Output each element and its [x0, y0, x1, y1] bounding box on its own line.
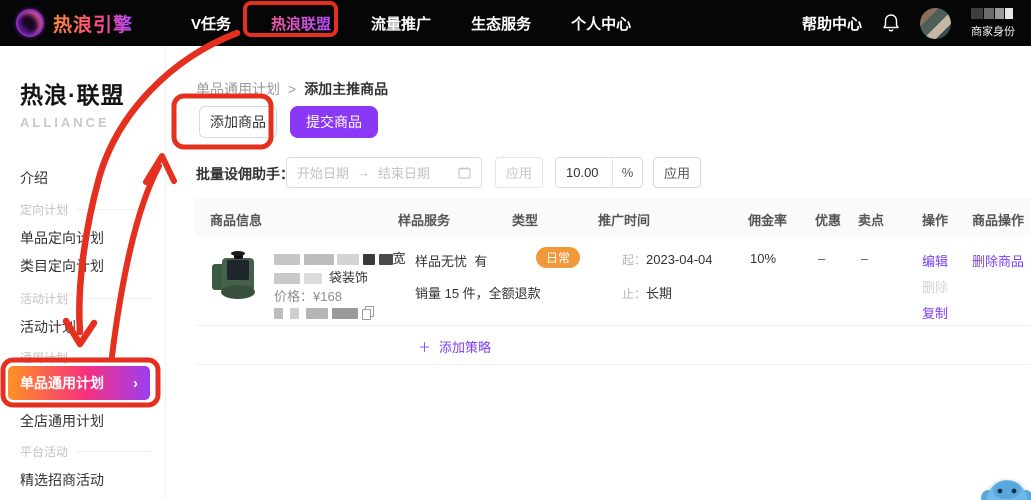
user-meta: 商家身份 [971, 7, 1015, 39]
sidebar-item-activity-plan[interactable]: 活动计划 [20, 317, 76, 337]
promo-time-start: 起：2023-04-04 [622, 251, 713, 268]
discount-value: – [818, 251, 826, 266]
nav-item-eco[interactable]: 生态服务 [471, 13, 531, 34]
add-strategy-button[interactable]: ＋ 添加策略 [418, 337, 491, 356]
calendar-icon [458, 167, 471, 179]
product-meta-redacted [274, 305, 375, 320]
breadcrumb-parent[interactable]: 单品通用计划 [196, 79, 280, 99]
time-end-label: 止： [622, 287, 647, 301]
range-arrow-icon: → [357, 165, 371, 180]
submit-product-button[interactable]: 提交商品 [290, 106, 378, 138]
col-selling-point: 卖点 [858, 213, 885, 228]
title-visible-char: 宽 [392, 251, 406, 266]
sidebar-item-single-directional[interactable]: 单品定向计划 [20, 228, 104, 248]
copy-link[interactable]: 复制 [922, 303, 948, 322]
nav-item-traffic[interactable]: 流量推广 [371, 13, 431, 34]
sidebar-brand-subtitle: ALLIANCE [20, 115, 110, 130]
percent-unit: % [612, 158, 642, 187]
start-date-placeholder: 开始日期 [297, 166, 350, 181]
breadcrumb-current: 添加主推商品 [304, 81, 389, 97]
col-promo-time: 推广时间 [598, 213, 651, 228]
chevron-right-icon: › [133, 374, 138, 392]
time-start-value: 2023-04-04 [646, 252, 713, 267]
help-center-link[interactable]: 帮助中心 [802, 13, 862, 34]
product-title-line2: 袋装饰 [274, 267, 368, 286]
nav-right: 帮助中心 商家身份 [802, 7, 1015, 39]
selling-point-value: – [861, 251, 869, 266]
batch-commission-label: 批量设佣助手： [196, 166, 294, 182]
logo-text: 热浪引擎 [53, 10, 133, 37]
commission-rate-input-group: % [555, 157, 643, 188]
price-value: ¥168 [313, 289, 342, 304]
chat-mascot-widget[interactable] [981, 476, 1031, 500]
sidebar-item-store-general[interactable]: 全店通用计划 [20, 411, 104, 431]
sidebar-section-platform: 平台活动 [20, 443, 151, 460]
col-commission-rate: 佣金率 [748, 213, 788, 228]
app-root: 热浪引擎 V任务 热浪联盟 流量推广 生态服务 个人中心 帮助中心 商家身份 热… [0, 0, 1031, 500]
top-nav: 热浪引擎 V任务 热浪联盟 流量推广 生态服务 个人中心 帮助中心 商家身份 [0, 0, 1031, 46]
sidebar-active-label: 单品通用计划 [20, 375, 104, 391]
col-sample-service: 样品服务 [398, 213, 451, 228]
sidebar-section-activity: 活动计划 [20, 290, 151, 307]
copy-icon[interactable] [362, 306, 375, 320]
sidebar: 热浪·联盟 ALLIANCE 介绍 定向计划 单品定向计划 类目定向计划 活动计… [0, 46, 166, 500]
col-product-actions: 商品操作 [972, 213, 1025, 228]
product-title-line1: 宽 [274, 248, 406, 267]
sidebar-brand-title: 热浪·联盟 [20, 82, 125, 108]
plus-icon: ＋ [418, 340, 432, 355]
time-start-label: 起： [622, 253, 647, 267]
redacted-username [971, 7, 1015, 19]
title-visible-text: 袋装饰 [328, 270, 368, 285]
sidebar-item-category-directional[interactable]: 类目定向计划 [20, 256, 104, 276]
product-price: 价格：¥168 [274, 286, 342, 305]
table-bottom-divider [195, 364, 1031, 365]
sidebar-brand: 热浪·联盟 ALLIANCE [20, 76, 125, 130]
type-badge: 日常 [536, 247, 581, 268]
breadcrumb-separator: > [288, 81, 297, 97]
time-end-value: 长期 [646, 286, 673, 301]
apply-rate-button[interactable]: 应用 [653, 157, 701, 188]
avatar[interactable] [920, 7, 951, 39]
price-label: 价格： [274, 289, 314, 304]
sidebar-item-single-general-active[interactable]: 单品通用计划 › [8, 366, 150, 400]
delete-link[interactable]: 删除 [922, 277, 948, 296]
col-discount: 优惠 [815, 213, 842, 228]
nav-item-alliance[interactable]: 热浪联盟 [271, 13, 331, 34]
promo-time-end: 止：长期 [622, 283, 672, 302]
product-thumbnail[interactable] [210, 250, 264, 304]
nav-menu: V任务 热浪联盟 流量推广 生态服务 个人中心 [191, 13, 631, 34]
sample-available: 有 [474, 254, 488, 269]
sample-service-text: 样品无忧 [415, 254, 468, 269]
logo-icon [16, 9, 44, 37]
nav-item-personal[interactable]: 个人中心 [571, 13, 631, 34]
breadcrumb: 单品通用计划 > 添加主推商品 [196, 79, 388, 99]
col-type: 类型 [512, 213, 539, 228]
main-content: 单品通用计划 > 添加主推商品 添加商品 提交商品 批量设佣助手： 开始日期 →… [166, 46, 1031, 500]
date-range-picker[interactable]: 开始日期 → 结束日期 [286, 157, 482, 188]
sidebar-item-featured-investment[interactable]: 精选招商活动 [20, 470, 104, 490]
sample-service-cell: 样品无忧 有 [415, 251, 487, 270]
row-divider [195, 325, 1031, 326]
bell-icon[interactable] [882, 13, 900, 33]
sidebar-section-general: 通用计划 [20, 349, 151, 366]
apply-date-button[interactable]: 应用 [495, 157, 543, 188]
merchant-role-label: 商家身份 [971, 25, 1015, 38]
add-product-button[interactable]: 添加商品 [199, 106, 277, 138]
add-strategy-label: 添加策略 [439, 340, 492, 355]
delete-product-link[interactable]: 删除商品 [972, 251, 1024, 270]
brand-logo[interactable]: 热浪引擎 [16, 9, 133, 37]
nav-item-v-task[interactable]: V任务 [191, 13, 231, 34]
sidebar-item-intro[interactable]: 介绍 [20, 168, 48, 188]
col-actions: 操作 [922, 213, 949, 228]
commission-value: 10% [750, 251, 777, 266]
commission-rate-input[interactable] [556, 165, 612, 180]
sales-line: 销量 15 件，全额退款 [415, 286, 541, 301]
col-product-info: 商品信息 [210, 213, 263, 228]
edit-link[interactable]: 编辑 [922, 251, 948, 270]
end-date-placeholder: 结束日期 [378, 166, 431, 181]
sidebar-section-directional: 定向计划 [20, 201, 151, 218]
